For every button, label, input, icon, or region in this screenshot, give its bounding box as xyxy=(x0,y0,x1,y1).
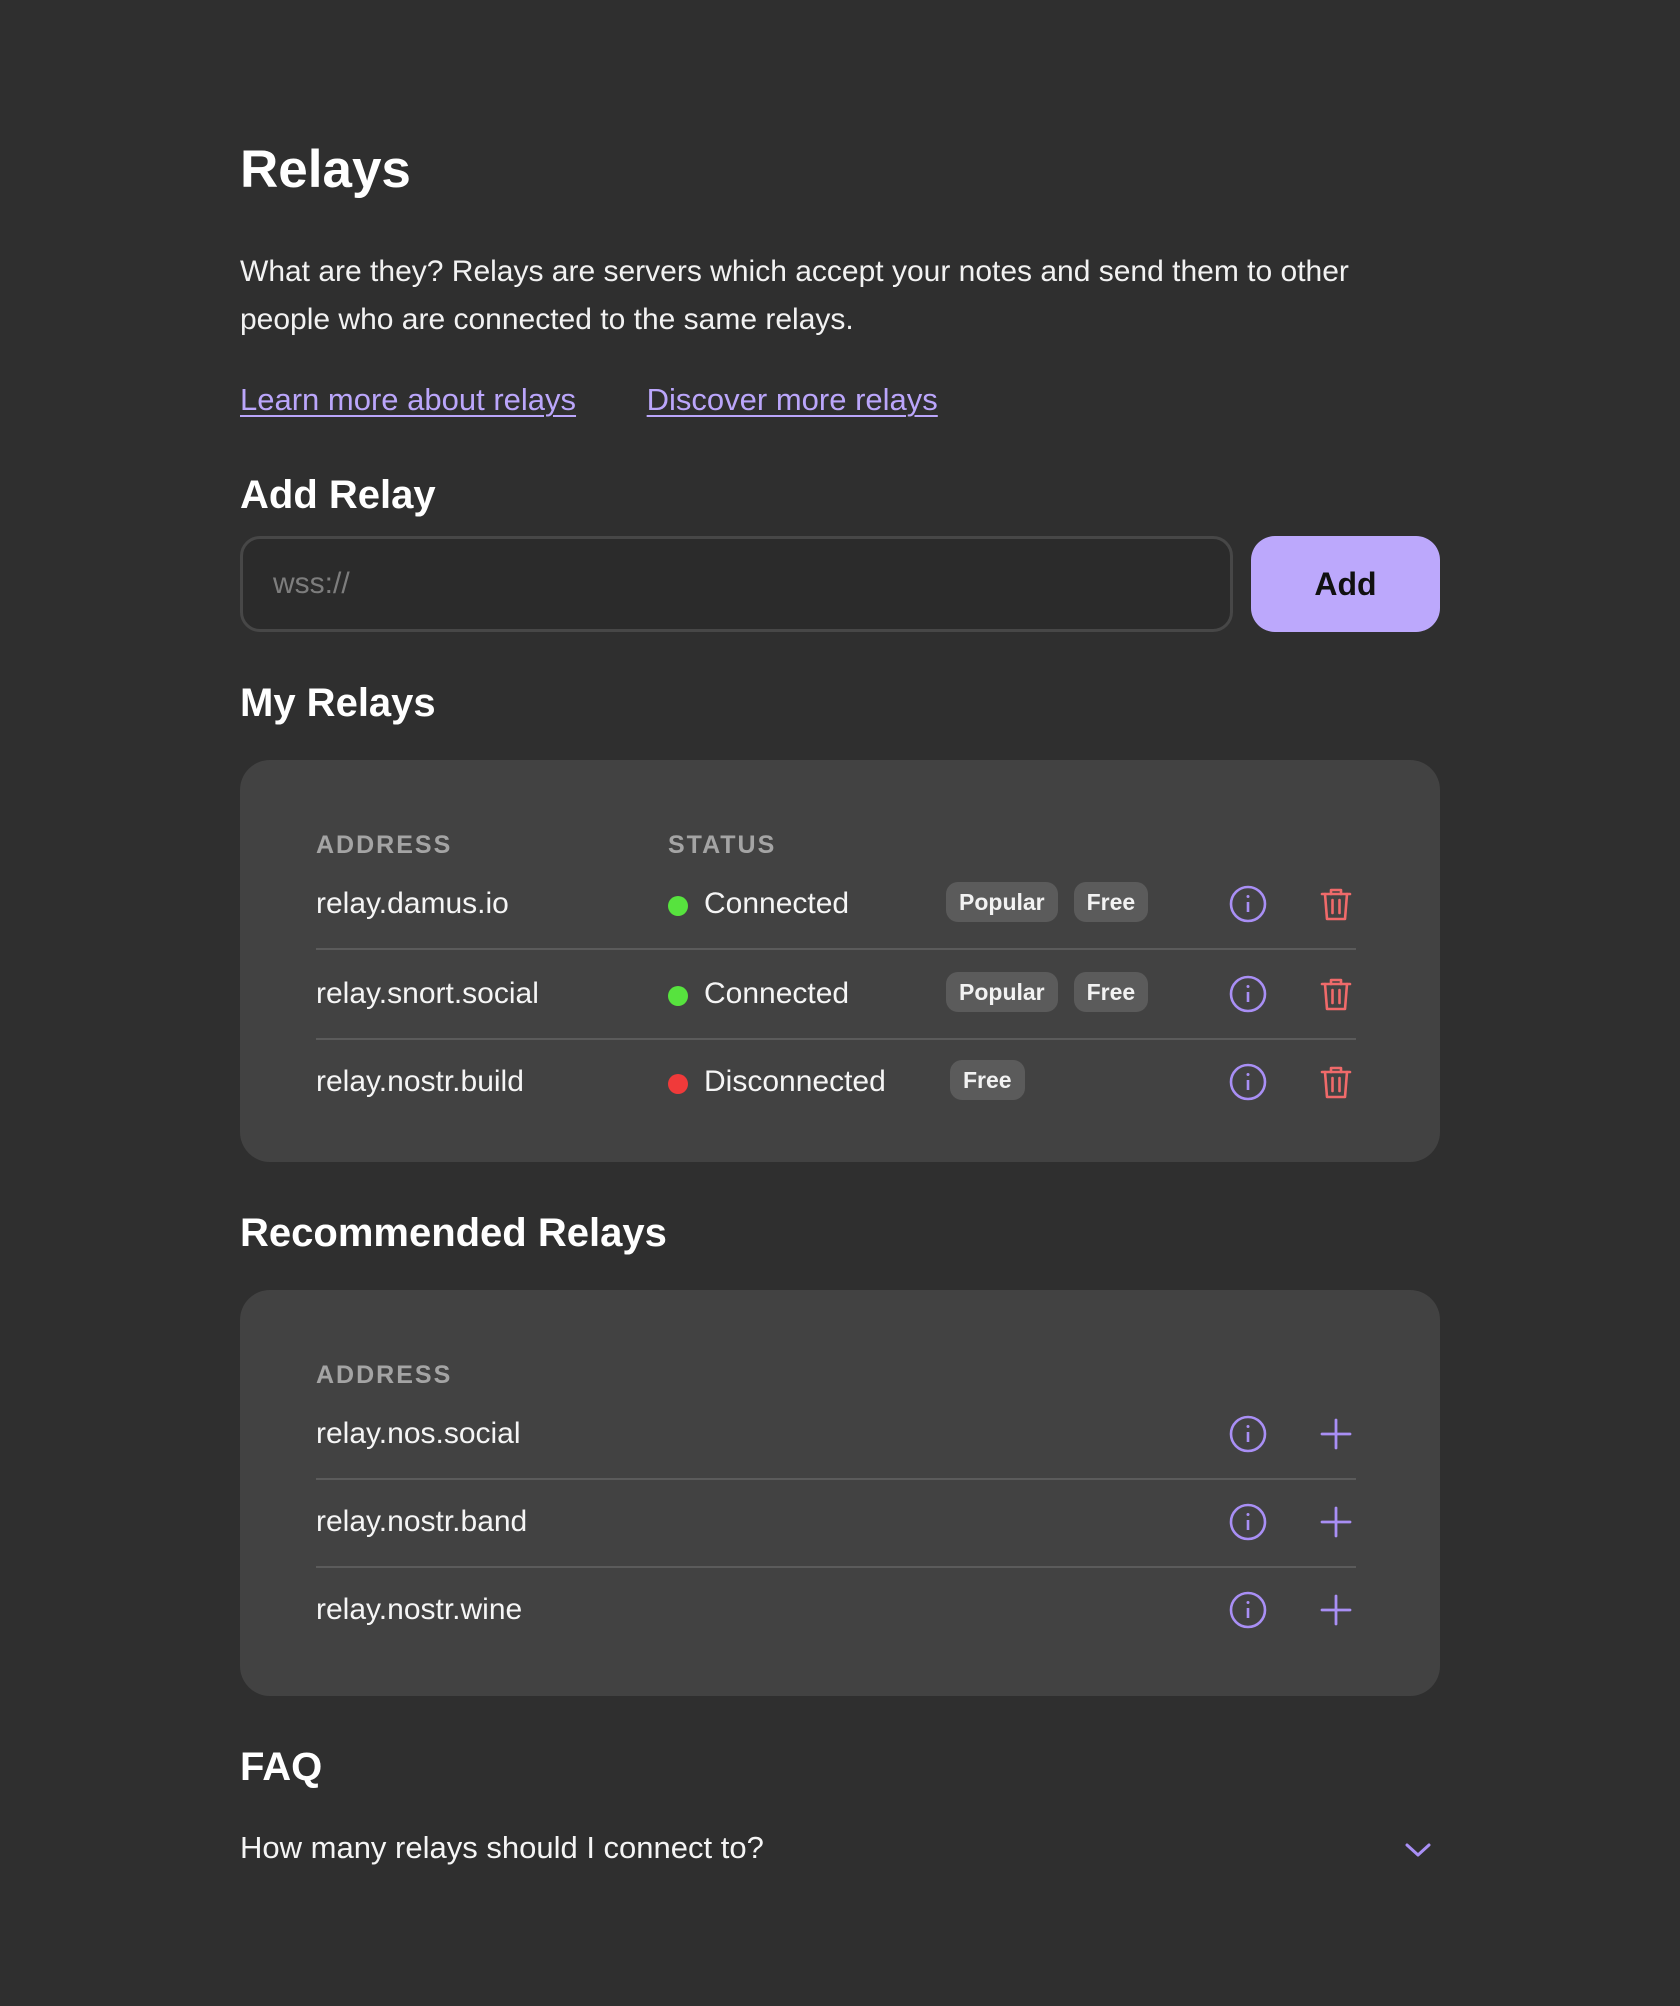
intro-text: What are they? Relays are servers which … xyxy=(240,255,1349,336)
relay-address: relay.damus.io xyxy=(316,887,509,920)
relay-status-label: Disconnected xyxy=(704,1065,886,1098)
connected-status-dot xyxy=(668,986,688,1006)
status-column-header: STATUS xyxy=(668,831,777,859)
faq-heading: FAQ xyxy=(240,1745,323,1789)
info-icon[interactable] xyxy=(1226,1412,1270,1456)
info-icon[interactable] xyxy=(1226,882,1270,926)
relay-tags: Popular Free xyxy=(946,972,1149,1012)
relay-row: relay.nostr.build Disconnected Free xyxy=(316,1038,1356,1126)
info-icon[interactable] xyxy=(1226,1060,1270,1104)
chevron-down-icon[interactable] xyxy=(1396,1828,1440,1872)
trash-icon[interactable] xyxy=(1314,972,1358,1016)
page-title: Relays xyxy=(240,140,411,199)
connected-status-dot xyxy=(668,896,688,916)
relay-status-label: Connected xyxy=(704,887,850,920)
faq-item[interactable]: How many relays should I connect to? xyxy=(240,1820,1440,1880)
recommended-relay-row: relay.nostr.band xyxy=(316,1478,1356,1568)
relay-status-label: Connected xyxy=(704,977,850,1010)
relay-tags: Free xyxy=(950,1060,1025,1100)
add-relay-heading: Add Relay xyxy=(240,473,436,517)
trash-icon[interactable] xyxy=(1314,882,1358,926)
tag-badge-free: Free xyxy=(950,1060,1025,1100)
info-icon[interactable] xyxy=(1226,972,1270,1016)
relay-url-input[interactable] xyxy=(240,536,1233,632)
recommended-relay-row: relay.nos.social xyxy=(316,1390,1356,1480)
relay-status: Connected xyxy=(668,974,849,1014)
faq-question: How many relays should I connect to? xyxy=(240,1830,764,1865)
relay-address: relay.nostr.wine xyxy=(316,1593,523,1626)
recommended-relays-heading: Recommended Relays xyxy=(240,1211,667,1255)
tag-badge-free: Free xyxy=(1073,972,1149,1012)
relay-row: relay.damus.io Connected Popular Free xyxy=(316,860,1356,950)
recommended-relay-row: relay.nostr.wine xyxy=(316,1566,1356,1654)
relay-status: Disconnected xyxy=(668,1062,886,1102)
tag-badge-free: Free xyxy=(1073,882,1149,922)
my-relays-card: ADDRESS STATUS relay.damus.io Connected … xyxy=(240,760,1440,1162)
address-column-header: ADDRESS xyxy=(316,831,453,859)
learn-more-link[interactable]: Learn more about relays xyxy=(240,382,576,417)
relay-status: Connected xyxy=(668,884,849,924)
tag-badge-popular: Popular xyxy=(946,972,1058,1012)
plus-icon[interactable] xyxy=(1314,1412,1358,1456)
relay-address: relay.nostr.band xyxy=(316,1505,528,1538)
discover-relays-link[interactable]: Discover more relays xyxy=(647,382,938,417)
tag-badge-popular: Popular xyxy=(946,882,1058,922)
info-icon[interactable] xyxy=(1226,1500,1270,1544)
trash-icon[interactable] xyxy=(1314,1060,1358,1104)
my-relays-heading: My Relays xyxy=(240,681,436,725)
relay-tags: Popular Free xyxy=(946,882,1149,922)
add-relay-form: Add xyxy=(240,536,1440,632)
disconnected-status-dot xyxy=(668,1074,688,1094)
relay-address: relay.nos.social xyxy=(316,1417,521,1450)
relay-links: Learn more about relays Discover more re… xyxy=(240,380,1000,420)
address-column-header: ADDRESS xyxy=(316,1361,453,1389)
relay-row: relay.snort.social Connected Popular Fre… xyxy=(316,950,1356,1040)
relay-address: relay.nostr.build xyxy=(316,1065,524,1098)
recommended-relays-card: ADDRESS relay.nos.social relay.nostr.ban… xyxy=(240,1290,1440,1696)
plus-icon[interactable] xyxy=(1314,1500,1358,1544)
plus-icon[interactable] xyxy=(1314,1588,1358,1632)
info-icon[interactable] xyxy=(1226,1588,1270,1632)
relay-address: relay.snort.social xyxy=(316,977,539,1010)
add-relay-button[interactable]: Add xyxy=(1251,536,1440,632)
